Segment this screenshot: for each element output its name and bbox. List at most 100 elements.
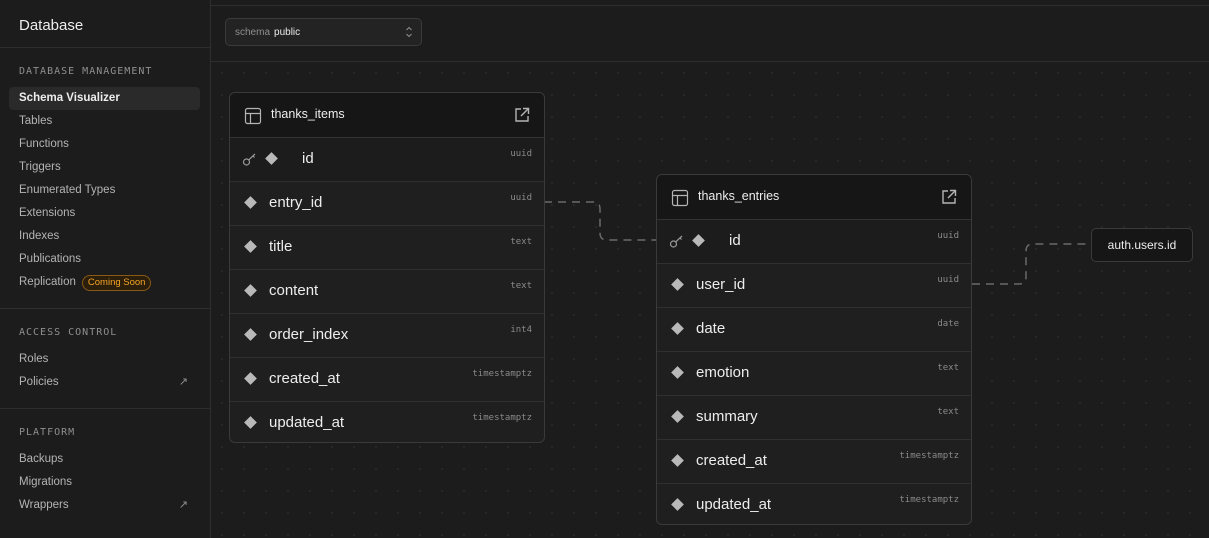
sidebar-section: PLATFORM Backups Migrations Wrappers ↗: [0, 409, 210, 531]
sidebar-item-label: Roles: [19, 353, 49, 365]
sidebar: Database DATABASE MANAGEMENT Schema Visua…: [0, 0, 211, 538]
column-type: timestamptz: [899, 495, 959, 505]
diamond-icon: [244, 284, 257, 297]
sidebar-item-policies[interactable]: Policies ↗: [9, 371, 200, 394]
schema-select-label: schema: [235, 26, 271, 38]
column-type: date: [937, 319, 959, 329]
reference-auth-users-id[interactable]: auth.users.id: [1091, 228, 1193, 262]
column-type: text: [937, 363, 959, 373]
sidebar-item-label: Backups: [19, 453, 64, 465]
table-icon: [671, 189, 689, 207]
sidebar-item-tables[interactable]: Tables: [9, 110, 200, 133]
column-name: created_at: [696, 452, 767, 469]
schema-select[interactable]: schema public: [225, 18, 422, 46]
sidebar-item-enumerated-types[interactable]: Enumerated Types: [9, 179, 200, 202]
diamond-icon: [244, 196, 257, 209]
diamond-icon: [692, 234, 705, 247]
column-type: uuid: [510, 193, 532, 203]
diamond-icon: [244, 328, 257, 341]
column-type: timestamptz: [472, 413, 532, 423]
column-type: text: [510, 237, 532, 247]
toolbar: schema public: [211, 6, 1209, 62]
diamond-icon: [671, 322, 684, 335]
column-name: title: [269, 238, 293, 255]
column-row[interactable]: title text: [230, 226, 544, 270]
diamond-icon: [244, 372, 257, 385]
sidebar-item-functions[interactable]: Functions: [9, 133, 200, 156]
sidebar-section-title: PLATFORM: [19, 427, 76, 438]
sidebar-section: DATABASE MANAGEMENT Schema Visualizer Tabl…: [0, 48, 210, 309]
diamond-icon: [244, 240, 257, 253]
key-icon: [242, 153, 256, 166]
column-type: timestamptz: [472, 369, 532, 379]
sidebar-item-indexes[interactable]: Indexes: [9, 225, 200, 248]
sidebar-item-triggers[interactable]: Triggers: [9, 156, 200, 179]
column-row[interactable]: summary text: [657, 396, 971, 440]
column-name: emotion: [696, 364, 750, 381]
sidebar-item-label: Replication: [19, 276, 76, 288]
diamond-icon: [671, 498, 684, 511]
table-card-thanks-items[interactable]: thanks_items id uuid entry_id uuid title text c…: [229, 92, 545, 443]
column-name: summary: [696, 408, 758, 425]
coming-soon-badge: Coming Soon: [81, 274, 152, 291]
external-link-icon[interactable]: [513, 106, 531, 124]
column-name: content: [269, 282, 319, 299]
column-row[interactable]: updated_at timestamptz: [657, 484, 971, 524]
column-name: updated_at: [696, 496, 772, 513]
sidebar-item-replication[interactable]: Replication Coming Soon: [9, 271, 200, 294]
column-type: uuid: [937, 231, 959, 241]
sidebar-item-wrappers[interactable]: Wrappers ↗: [9, 494, 200, 517]
sidebar-item-label: Triggers: [19, 161, 61, 173]
column-row[interactable]: id uuid: [657, 220, 971, 264]
sidebar-item-publications[interactable]: Publications: [9, 248, 200, 271]
sidebar-item-migrations[interactable]: Migrations: [9, 471, 200, 494]
sidebar-item-extensions[interactable]: Extensions: [9, 202, 200, 225]
schema-canvas[interactable]: thanks_items id uuid entry_id uuid title text c…: [211, 62, 1209, 538]
table-card-thanks-entries[interactable]: thanks_entries id uuid user_id uuid date date e…: [656, 174, 972, 525]
column-name: user_id: [696, 276, 746, 293]
diamond-icon: [671, 410, 684, 423]
column-row[interactable]: created_at timestamptz: [657, 440, 971, 484]
column-name: created_at: [269, 370, 340, 387]
sidebar-item-label: Policies: [19, 376, 59, 388]
external-link-icon[interactable]: [940, 188, 958, 206]
diamond-icon: [671, 278, 684, 291]
schema-select-value: public: [274, 26, 301, 38]
column-row[interactable]: order_index int4: [230, 314, 544, 358]
column-row[interactable]: content text: [230, 270, 544, 314]
diamond-icon: [265, 152, 278, 165]
column-type: int4: [510, 325, 532, 335]
sidebar-item-label: Functions: [19, 138, 69, 150]
column-type: text: [510, 281, 532, 291]
sidebar-sections: DATABASE MANAGEMENT Schema Visualizer Tabl…: [0, 48, 210, 531]
sidebar-item-roles[interactable]: Roles: [9, 348, 200, 371]
column-type: uuid: [510, 149, 532, 159]
column-name: order_index: [269, 326, 349, 343]
sidebar-item-label: Extensions: [19, 207, 76, 219]
column-row[interactable]: user_id uuid: [657, 264, 971, 308]
arrow-up-right-icon: ↗: [178, 499, 188, 511]
column-row[interactable]: created_at timestamptz: [230, 358, 544, 402]
column-row[interactable]: entry_id uuid: [230, 182, 544, 226]
sidebar-section-title: DATABASE MANAGEMENT: [19, 66, 153, 77]
column-row[interactable]: id uuid: [230, 138, 544, 182]
sidebar-item-label: Indexes: [19, 230, 60, 242]
column-row[interactable]: date date: [657, 308, 971, 352]
sidebar-item-backups[interactable]: Backups: [9, 448, 200, 471]
table-icon: [244, 107, 262, 125]
table-header: thanks_items: [230, 93, 544, 138]
diamond-icon: [671, 366, 684, 379]
sidebar-title: Database: [0, 0, 210, 48]
diamond-icon: [244, 416, 257, 429]
table-name: thanks_entries: [698, 189, 780, 203]
sidebar-item-label: Wrappers: [19, 499, 69, 511]
column-row[interactable]: updated_at timestamptz: [230, 402, 544, 442]
sidebar-item-label: Tables: [19, 115, 53, 127]
table-header: thanks_entries: [657, 175, 971, 220]
diamond-icon: [671, 454, 684, 467]
column-name: updated_at: [269, 414, 345, 431]
column-row[interactable]: emotion text: [657, 352, 971, 396]
sidebar-item-label: Enumerated Types: [19, 184, 116, 196]
sidebar-item-label: Migrations: [19, 476, 73, 488]
sidebar-item-schema-visualizer[interactable]: Schema Visualizer: [9, 87, 200, 110]
